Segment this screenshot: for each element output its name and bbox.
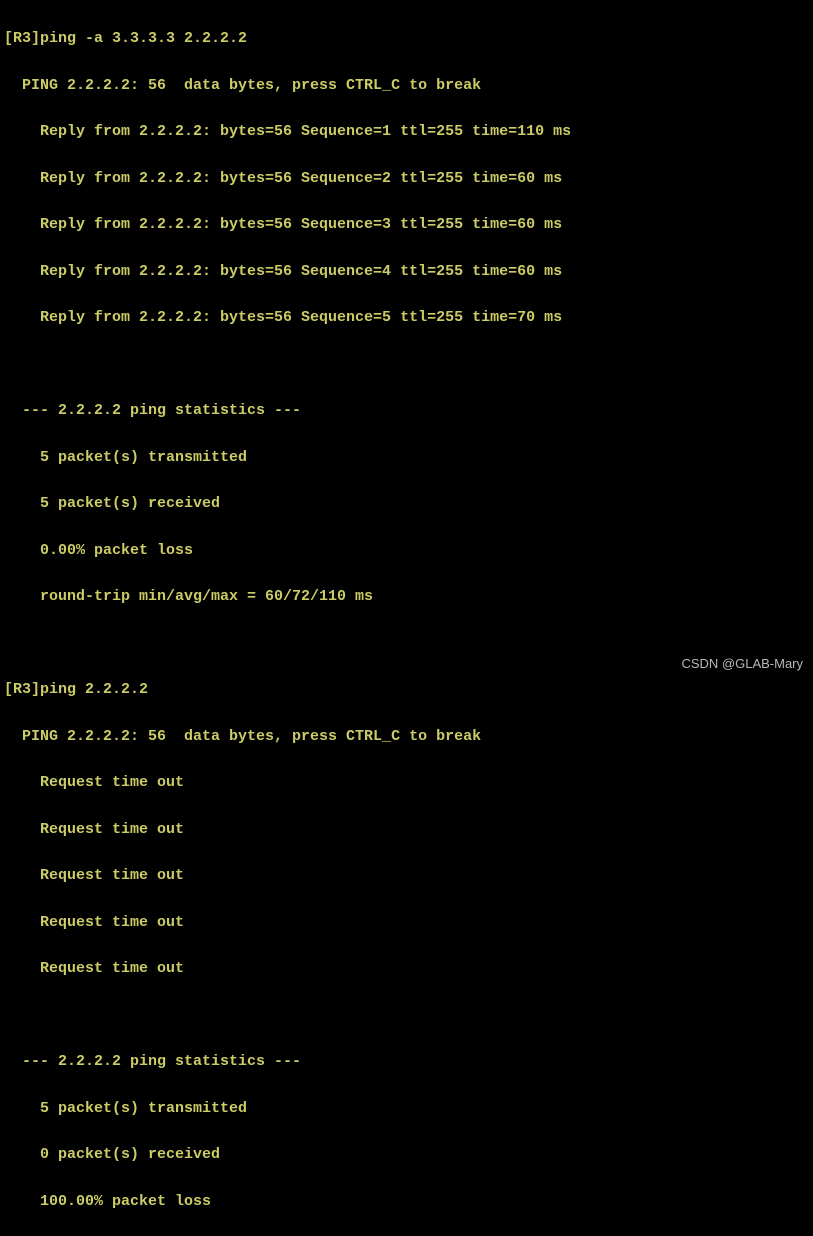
- blank-line: [4, 353, 809, 376]
- ping-timeout: Request time out: [4, 864, 809, 887]
- ping-reply: Reply from 2.2.2.2: bytes=56 Sequence=2 …: [4, 167, 809, 190]
- stats-line: 5 packet(s) transmitted: [4, 446, 809, 469]
- blank-line: [4, 632, 809, 655]
- stats-line: 5 packet(s) received: [4, 492, 809, 515]
- ping-timeout: Request time out: [4, 818, 809, 841]
- watermark: CSDN @GLAB-Mary: [681, 654, 803, 674]
- terminal-output: [R3]ping -a 3.3.3.3 2.2.2.2 PING 2.2.2.2…: [4, 4, 809, 1236]
- ping-timeout: Request time out: [4, 911, 809, 934]
- ping-timeout: Request time out: [4, 957, 809, 980]
- ping-header-2: PING 2.2.2.2: 56 data bytes, press CTRL_…: [4, 725, 809, 748]
- ping-header-1: PING 2.2.2.2: 56 data bytes, press CTRL_…: [4, 74, 809, 97]
- ping-timeout: Request time out: [4, 771, 809, 794]
- blank-line: [4, 1004, 809, 1027]
- ping-prompt-1: [R3]ping -a 3.3.3.3 2.2.2.2: [4, 27, 809, 50]
- stats-line: 0 packet(s) received: [4, 1143, 809, 1166]
- ping-reply: Reply from 2.2.2.2: bytes=56 Sequence=3 …: [4, 213, 809, 236]
- ping-reply: Reply from 2.2.2.2: bytes=56 Sequence=5 …: [4, 306, 809, 329]
- stats-line: round-trip min/avg/max = 60/72/110 ms: [4, 585, 809, 608]
- stats-header-1: --- 2.2.2.2 ping statistics ---: [4, 399, 809, 422]
- stats-line: 0.00% packet loss: [4, 539, 809, 562]
- stats-line: 100.00% packet loss: [4, 1190, 809, 1213]
- stats-line: 5 packet(s) transmitted: [4, 1097, 809, 1120]
- ping-reply: Reply from 2.2.2.2: bytes=56 Sequence=1 …: [4, 120, 809, 143]
- ping-reply: Reply from 2.2.2.2: bytes=56 Sequence=4 …: [4, 260, 809, 283]
- stats-header-2: --- 2.2.2.2 ping statistics ---: [4, 1050, 809, 1073]
